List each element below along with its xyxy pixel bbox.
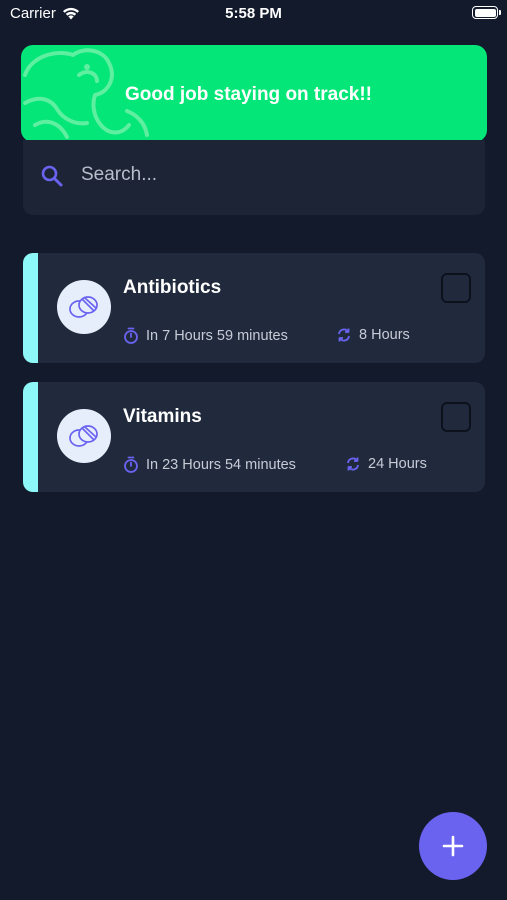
dose-interval: 24 Hours — [345, 456, 427, 472]
status-right — [472, 6, 501, 19]
repeat-icon — [338, 328, 350, 342]
next-dose-text: In 23 Hours 54 minutes — [146, 456, 296, 473]
search-icon — [41, 165, 63, 187]
timer-icon — [124, 456, 138, 473]
timer-icon — [124, 327, 138, 344]
taken-checkbox[interactable] — [441, 402, 471, 432]
search-bar — [23, 140, 485, 215]
repeat-icon — [347, 457, 359, 471]
status-bar: Carrier 5:58 PM — [0, 0, 507, 28]
pills-icon — [69, 425, 98, 447]
card-accent-stripe — [23, 382, 38, 492]
pills-icon — [69, 296, 98, 318]
plus-icon — [442, 835, 464, 857]
taken-checkbox[interactable] — [441, 273, 471, 303]
status-time: 5:58 PM — [225, 5, 282, 22]
dose-interval: 8 Hours — [336, 327, 410, 343]
interval-text: 8 Hours — [359, 327, 410, 343]
banner-message: Good job staying on track!! — [125, 84, 373, 105]
next-dose: In 23 Hours 54 minutes — [123, 456, 296, 473]
medication-card-antibiotics[interactable]: Antibiotics In 7 Hours 59 minutes 8 Hour… — [23, 253, 485, 363]
pill-avatar — [57, 409, 111, 463]
interval-text: 24 Hours — [368, 456, 427, 472]
medication-card-vitamins[interactable]: Vitamins In 23 Hours 54 minutes 24 Hours — [23, 382, 485, 492]
next-dose-text: In 7 Hours 59 minutes — [146, 327, 288, 344]
pill-avatar — [57, 280, 111, 334]
encouragement-banner: Good job staying on track!! — [21, 45, 487, 142]
search-input[interactable] — [81, 160, 461, 190]
battery-icon — [472, 6, 501, 19]
medication-name: Antibiotics — [123, 277, 222, 298]
card-accent-stripe — [23, 253, 38, 363]
medication-name: Vitamins — [123, 406, 202, 427]
next-dose: In 7 Hours 59 minutes — [123, 327, 288, 344]
add-medication-button[interactable] — [419, 812, 487, 880]
